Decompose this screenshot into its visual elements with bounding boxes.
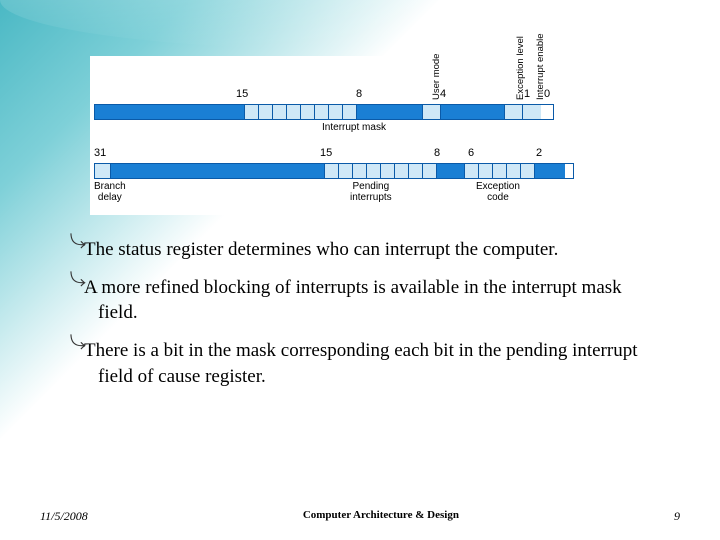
field-label-exception-level: Exception level [515,36,526,100]
reg-segment [409,164,423,178]
reg-segment [465,164,479,178]
reg-segment [423,105,441,119]
field-label-branch-delay: Branchdelay [94,181,126,203]
reg-segment [245,105,259,119]
reg-segment [479,164,493,178]
reg-segment [329,105,343,119]
bullet-item: A more refined blocking of interrupts is… [80,275,640,326]
bit-tick: 6 [468,147,474,159]
reg-segment [287,105,301,119]
status-bit-ticks: 15 8 4 1 0 User mode Exception level Int… [94,62,626,100]
bit-tick: 8 [434,147,440,159]
bit-tick: 15 [236,88,248,100]
reg-segment [441,105,505,119]
field-label-pending-interrupts: Pendinginterrupts [350,181,392,203]
bit-tick: 2 [536,147,542,159]
bit-tick: 31 [94,147,106,159]
reg-segment [273,105,287,119]
reg-segment [95,164,111,178]
reg-segment [357,105,423,119]
field-label-exception-code: Exceptioncode [476,181,520,203]
reg-segment [315,105,329,119]
reg-segment [507,164,521,178]
slide: 15 8 4 1 0 User mode Exception level Int… [0,0,720,540]
reg-segment [535,164,565,178]
reg-segment [259,105,273,119]
reg-segment [343,105,357,119]
reg-segment [339,164,353,178]
footer-page-number: 9 [674,509,680,524]
bullet-item: The status register determines who can i… [80,237,640,263]
cause-labels: Branchdelay Pendinginterrupts Exceptionc… [94,179,626,205]
bullet-list: The status register determines who can i… [80,237,640,401]
reg-segment [395,164,409,178]
reg-segment [423,164,437,178]
status-register-bar [94,104,554,120]
bullet-item: There is a bit in the mask corresponding… [80,338,640,389]
slide-footer: 11/5/2008 Computer Architecture & Design… [40,509,680,524]
reg-segment [437,164,465,178]
reg-segment [95,105,245,119]
bit-tick: 8 [356,88,362,100]
reg-segment [521,164,535,178]
cause-bit-ticks: 31 15 8 6 2 [94,143,626,159]
reg-segment [325,164,339,178]
reg-segment [505,105,523,119]
reg-segment [353,164,367,178]
cause-register-bar [94,163,574,179]
reg-segment [111,164,325,178]
reg-segment [523,105,541,119]
reg-segment [367,164,381,178]
field-label-interrupt-enable: Interrupt enable [535,33,546,100]
register-diagram: 15 8 4 1 0 User mode Exception level Int… [90,56,630,215]
status-caption: Interrupt mask [94,122,554,133]
footer-title: Computer Architecture & Design [303,509,459,524]
reg-segment [493,164,507,178]
footer-date: 11/5/2008 [40,509,88,524]
reg-segment [301,105,315,119]
bit-tick: 15 [320,147,332,159]
reg-segment [381,164,395,178]
field-label-user-mode: User mode [431,54,442,100]
